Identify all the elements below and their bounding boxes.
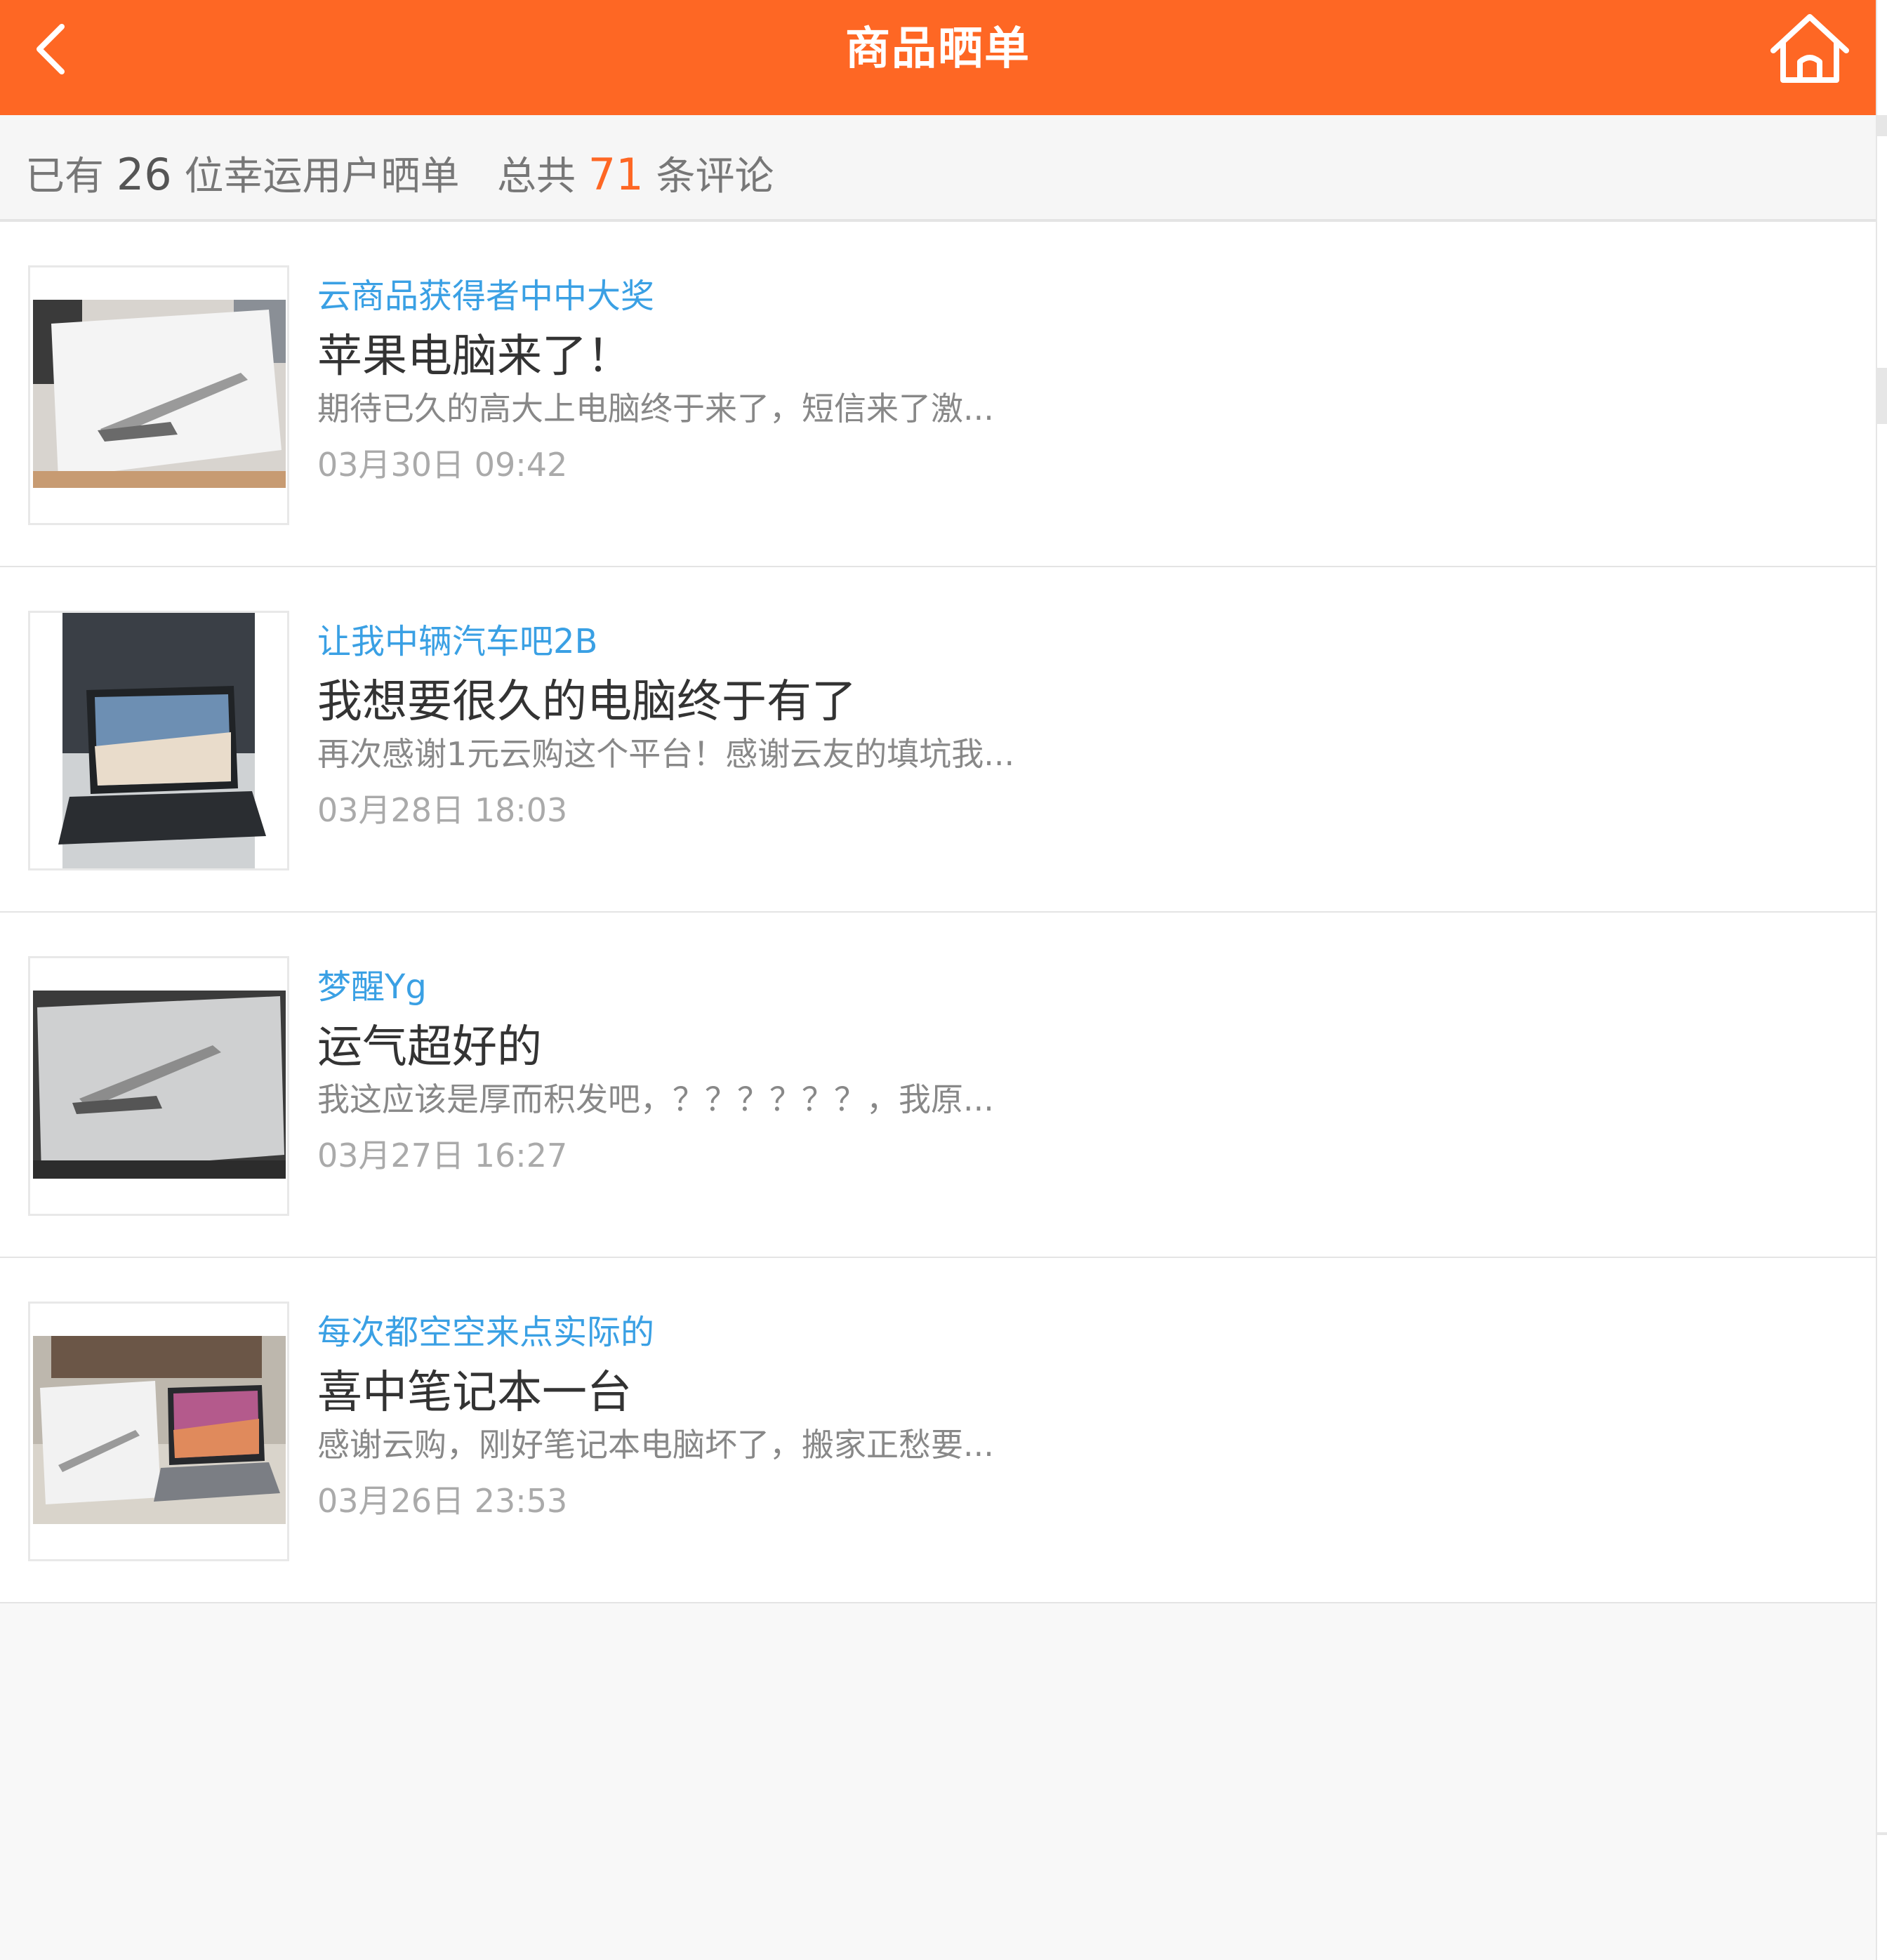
laptop-box-photo [30,267,287,523]
user-count: 26 [116,149,172,200]
post-title[interactable]: 喜中笔记本一台 [317,1356,632,1421]
post-date: 03月26日 23:53 [317,1482,568,1520]
post-item[interactable]: 梦醒Yg 运气超好的 我这应该是厚而积发吧，？？？？？？，我原... 03月27… [0,913,1876,1258]
post-date: 03月27日 16:27 [317,1137,568,1174]
summary-text: 已有 26 位幸运用户晒单 总共 71 条评论 [25,145,774,201]
summary-total-prefix: 总共 [496,154,576,199]
summary-users-suffix: 位幸运用户晒单 [184,154,460,199]
post-author[interactable]: 每次都空空来点实际的 [317,1304,654,1353]
comment-count: 71 [588,149,644,200]
post-thumbnail[interactable] [28,265,289,525]
post-author[interactable]: 云商品获得者中中大奖 [317,268,654,317]
post-thumbnail[interactable] [28,611,289,870]
post-thumbnail[interactable] [28,1302,289,1561]
post-list: 云商品获得者中中大奖 苹果电脑来了！ 期待已久的高大上电脑终于来了，短信来了激.… [0,222,1876,1603]
post-date: 03月30日 09:42 [317,446,568,484]
open-laptop-photo [30,613,287,868]
post-excerpt: 感谢云购，刚好笔记本电脑坏了，搬家正愁要... [317,1426,994,1464]
post-author[interactable]: 梦醒Yg [317,959,427,1008]
laptop-box-photo [30,958,287,1214]
post-item[interactable]: 每次都空空来点实际的 喜中笔记本一台 感谢云购，刚好笔记本电脑坏了，搬家正愁要.… [0,1258,1876,1603]
summary-prefix: 已有 [25,154,104,199]
scrollbar-track[interactable] [1876,0,1887,1960]
post-title[interactable]: 我想要很久的电脑终于有了 [317,666,856,730]
summary-comment-suffix: 条评论 [656,154,774,199]
post-title[interactable]: 运气超好的 [317,1011,542,1075]
laptop-and-box-photo [30,1304,287,1559]
post-author[interactable]: 让我中辆汽车吧2B [317,614,597,663]
post-title[interactable]: 苹果电脑来了！ [317,320,632,385]
post-date: 03月28日 18:03 [317,791,568,829]
top-nav-bar: 商品晒单 [0,0,1876,115]
summary-bar: 已有 26 位幸运用户晒单 总共 71 条评论 [0,115,1876,222]
home-button[interactable] [1766,10,1853,97]
post-item[interactable]: 云商品获得者中中大奖 苹果电脑来了！ 期待已久的高大上电脑终于来了，短信来了激.… [0,222,1876,567]
home-icon [1770,14,1849,83]
scrollbar-mark [1877,1832,1887,1835]
post-excerpt: 再次感谢1元云购这个平台！感谢云友的填坑我... [317,735,1015,773]
page-title: 商品晒单 [845,23,1031,75]
scrollbar-mark [1877,115,1887,136]
scrollbar-thumb[interactable] [1877,368,1887,424]
post-excerpt: 期待已久的高大上电脑终于来了，短信来了激... [317,390,994,428]
page: 商品晒单 已有 26 位幸运用户晒单 总共 71 条评论 云商品获得者中中大奖 … [0,0,1876,1960]
post-excerpt: 我这应该是厚而积发吧，？？？？？？，我原... [317,1080,994,1118]
post-thumbnail[interactable] [28,956,289,1216]
post-item[interactable]: 让我中辆汽车吧2B 我想要很久的电脑终于有了 再次感谢1元云购这个平台！感谢云友… [0,567,1876,913]
